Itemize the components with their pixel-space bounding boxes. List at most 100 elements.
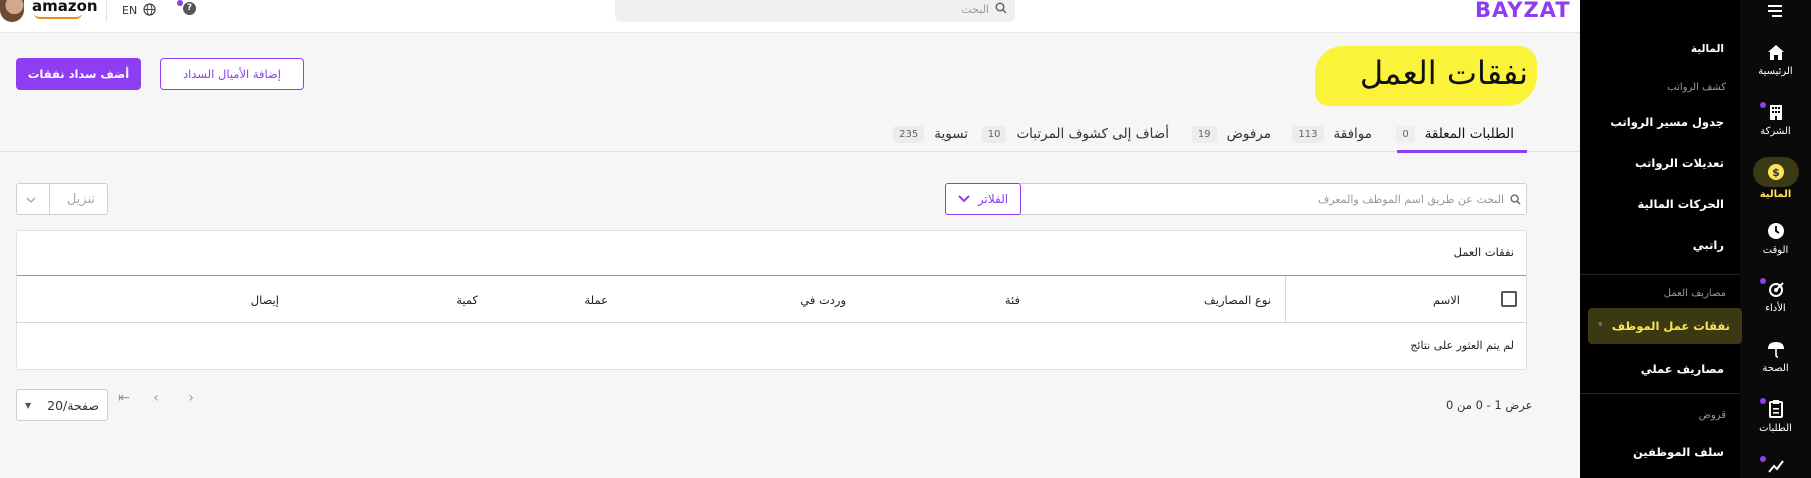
rows-per-page-select[interactable]: ▼ 20/صفحة (16, 389, 108, 421)
subnav-item-payroll-adjustments[interactable]: تعديلات الرواتب (1635, 156, 1724, 170)
add-expense-reimbursement-button[interactable]: أضف سداد نفقات (16, 58, 141, 90)
subnav-item-payroll-schedule[interactable]: جدول مسير الرواتب (1610, 115, 1724, 129)
avatar[interactable] (0, 0, 24, 22)
rail-item-finance[interactable]: $ المالية (1740, 157, 1811, 200)
employee-search-input[interactable]: البحث عن طريق اسم الموظف والمعرف (945, 183, 1527, 215)
caret-down-icon: ▼ (25, 401, 32, 410)
notification-dot (1760, 102, 1766, 108)
subnav-item-my-salary[interactable]: راتبي (1693, 238, 1724, 252)
active-tab-indicator (1397, 150, 1527, 153)
previous-page-icon[interactable]: ‹ (148, 390, 164, 406)
rail-label: المالية (1759, 189, 1792, 200)
tab-pending[interactable]: الطلبات المعلقة 0 (1396, 116, 1514, 152)
column-header-category[interactable]: فئة (1005, 293, 1020, 307)
tab-label: مرفوض (1226, 126, 1271, 142)
subnav-item-label: نفقات عمل الموظف (1611, 319, 1730, 333)
dollar-icon: $ (1767, 164, 1784, 180)
column-header-amount[interactable]: كمية (456, 293, 478, 307)
subnav-section-title: قروض (1698, 410, 1726, 421)
column-header-expense-type[interactable]: نوع المصاريف (1204, 293, 1271, 307)
tab-approved[interactable]: موافقة 113 (1292, 116, 1372, 152)
rail-label: الأداء (1765, 303, 1786, 314)
rows-per-page-value: 20/صفحة (47, 398, 99, 413)
filters-button[interactable]: الفلاتر (945, 183, 1021, 215)
select-all-checkbox[interactable] (1501, 291, 1517, 307)
tab-rejected[interactable]: مرفوض 19 (1191, 116, 1271, 152)
chevron-down-icon: ▾ (1598, 320, 1603, 330)
search-placeholder: البحث عن طريق اسم الموظف والمعرف (1317, 193, 1504, 206)
global-search-input[interactable]: البحث (615, 0, 1015, 22)
home-icon (1767, 45, 1784, 60)
tab-count-badge: 10 (981, 125, 1007, 143)
rail-item-time[interactable]: الوقت (1740, 222, 1811, 256)
notification-dot (1760, 278, 1766, 284)
tab-label: موافقة (1333, 126, 1372, 142)
rail-item-company[interactable]: الشركة (1740, 102, 1811, 137)
empty-state-text: لم يتم العثور على نتائج (1410, 339, 1514, 352)
subnav-section-title: كشف الرواتب (1667, 82, 1726, 93)
subnav-item-employee-advances[interactable]: سلف الموظفين (1633, 445, 1724, 459)
rail-label: الرئيسية (1758, 66, 1793, 77)
rail-item-performance[interactable]: الأداء (1740, 278, 1811, 314)
expenses-table: نفقات العمل الاسم نوع المصاريف فئة وردت … (16, 230, 1527, 370)
subnav-section-title: مصاريف العمل (1663, 288, 1726, 299)
tab-count-badge: 19 (1191, 125, 1217, 143)
rail-label: الطلبات (1759, 423, 1792, 434)
subnav-item-my-expenses[interactable]: مصاريف عملي (1641, 362, 1724, 376)
search-placeholder: البحث (961, 3, 989, 16)
notification-dot (177, 0, 183, 6)
page-title: نفقات العمل (1359, 54, 1528, 92)
top-bar: BAYZAT البحث ? EN amazon (0, 0, 1580, 33)
icon-rail: الرئيسية الشركة $ المالية الوقت الأداء ا… (1740, 0, 1811, 478)
download-label: تنزيل (66, 192, 95, 207)
divider (1580, 274, 1740, 275)
divider (1580, 393, 1740, 394)
rail-item-home[interactable]: الرئيسية (1740, 44, 1811, 77)
finance-subnav: المالية كشف الرواتب جدول مسير الرواتب تع… (1580, 0, 1742, 478)
tab-count-badge: 235 (893, 125, 925, 143)
subnav-item-financial-transactions[interactable]: الحركات المالية (1637, 197, 1724, 211)
search-icon (995, 2, 1007, 17)
divider (1285, 276, 1286, 322)
subnav-header: المالية (1690, 43, 1724, 55)
rail-item-health[interactable]: الصحة (1740, 340, 1811, 374)
chevron-down-icon (26, 193, 36, 208)
language-switcher[interactable]: EN (122, 4, 137, 17)
rail-label: الشركة (1760, 126, 1791, 137)
tab-added-to-payroll[interactable]: أضاف إلى كشوف المرتبات 10 (981, 116, 1169, 152)
clock-icon (1767, 223, 1784, 239)
requests-icon (1768, 400, 1783, 418)
health-icon (1767, 342, 1784, 358)
add-mileage-reimbursement-button[interactable]: إضافة الأميال السداد (160, 58, 304, 90)
rail-item-analytics[interactable] (1740, 456, 1811, 474)
divider (106, 0, 107, 22)
divider (49, 184, 50, 214)
table-title: نفقات العمل (1453, 245, 1514, 259)
notification-dot (1760, 398, 1766, 404)
main-content: نفقات العمل أضف سداد نفقات إضافة الأميال… (0, 34, 1580, 478)
column-header-received-on[interactable]: وردت في (800, 293, 846, 307)
column-header-currency[interactable]: عملة (585, 293, 608, 307)
download-button[interactable]: تنزيل (16, 183, 108, 215)
next-page-icon[interactable]: › (183, 390, 199, 406)
tab-count-badge: 113 (1292, 125, 1324, 143)
amazon-smile-icon (34, 13, 82, 19)
globe-icon[interactable] (143, 3, 156, 19)
pagination-range: عرض 1 - 0 من 0 (1446, 398, 1533, 412)
first-page-icon[interactable]: ⇤ (116, 390, 132, 406)
column-header-name[interactable]: الاسم (1433, 293, 1460, 307)
search-icon (1510, 194, 1521, 208)
chevron-down-icon (958, 195, 970, 203)
rail-item-requests[interactable]: الطلبات (1740, 398, 1811, 434)
tab-label: الطلبات المعلقة (1424, 126, 1514, 142)
subnav-item-employee-expenses[interactable]: ▾ نفقات عمل الموظف (1588, 308, 1742, 344)
column-header-receipt[interactable]: إيصال (251, 293, 279, 307)
status-tabs: الطلبات المعلقة 0 موافقة 113 مرفوض 19 أض… (0, 116, 1580, 153)
rail-label: الصحة (1762, 363, 1789, 374)
help-icon[interactable]: ? (183, 2, 196, 15)
menu-icon[interactable] (1766, 3, 1784, 22)
bayzat-logo[interactable]: BAYZAT (1475, 0, 1571, 22)
tab-settled[interactable]: تسوية 235 (893, 116, 968, 152)
table-header-row: الاسم نوع المصاريف فئة وردت في عملة كمية… (17, 275, 1526, 323)
tab-label: أضاف إلى كشوف المرتبات (1016, 126, 1169, 142)
